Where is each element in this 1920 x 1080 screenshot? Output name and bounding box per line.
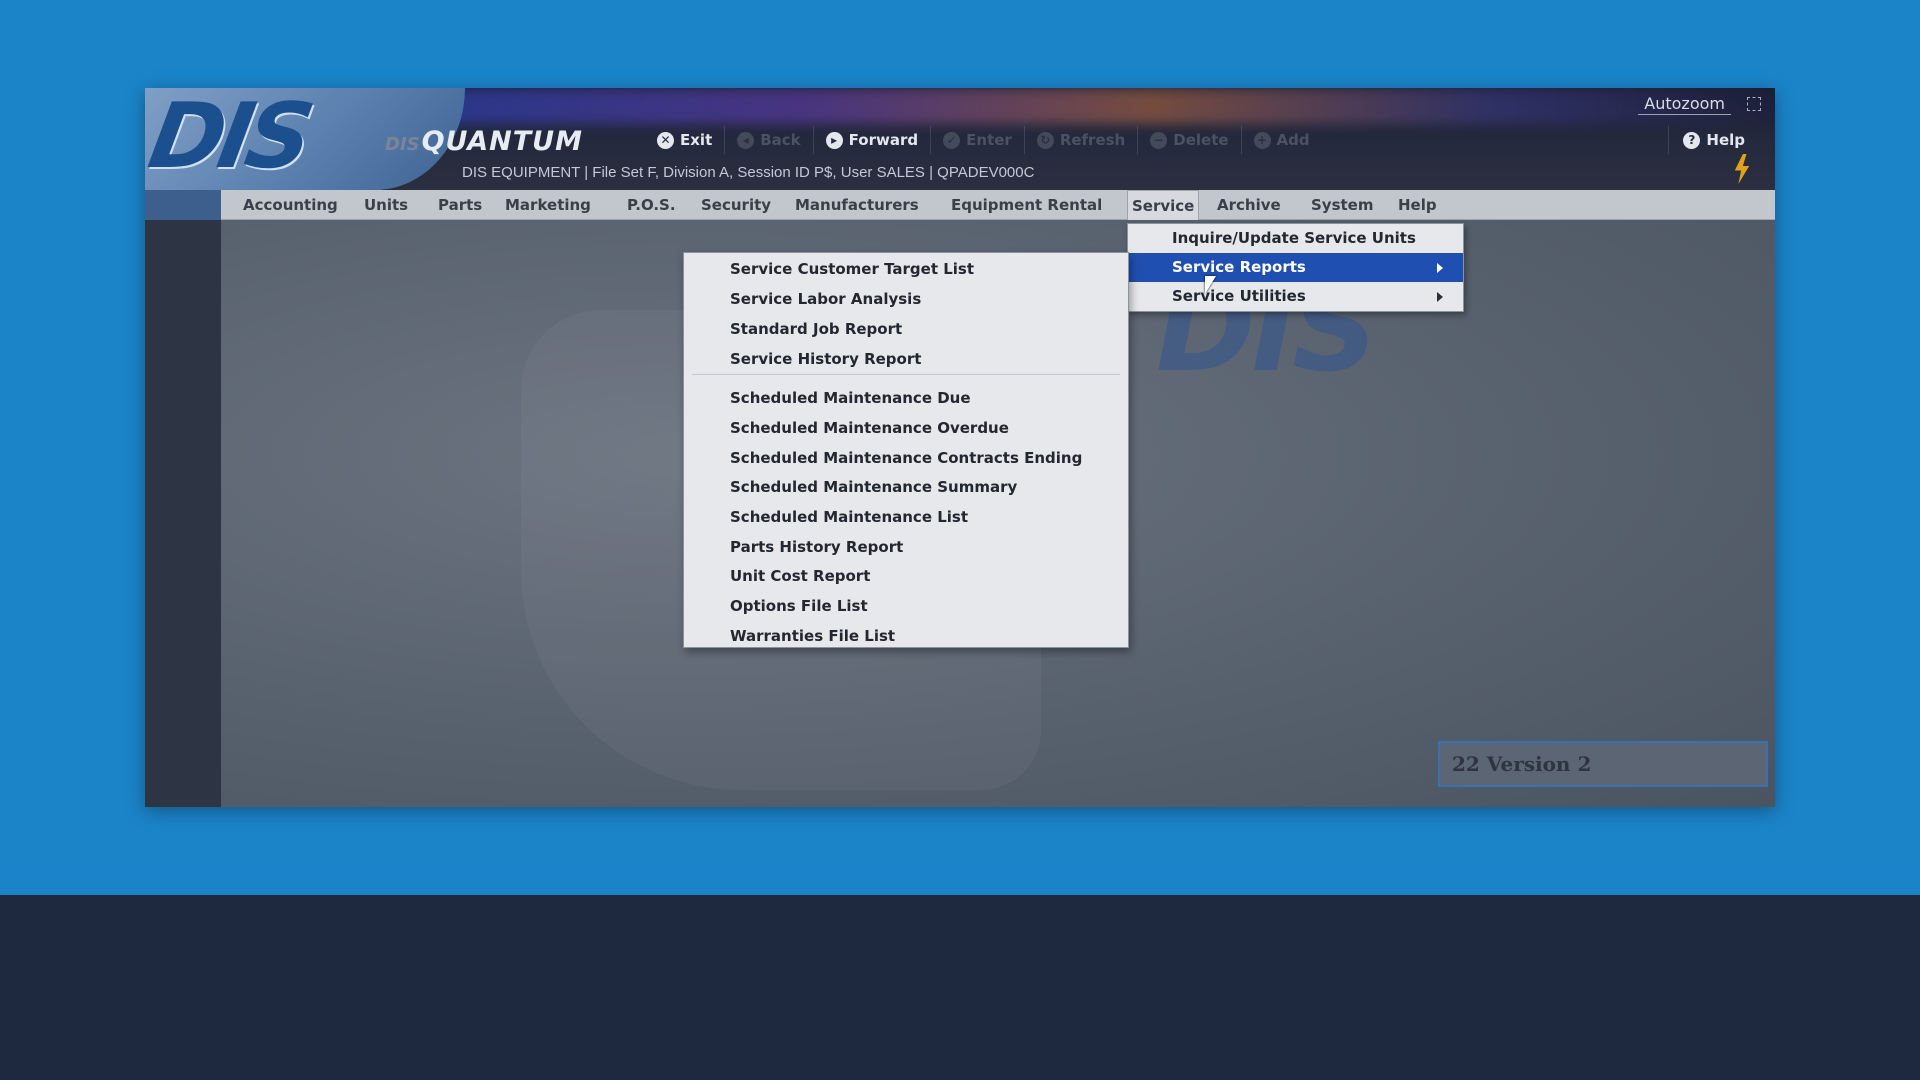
menu-separator [692,374,1120,375]
enter-label: Enter [966,131,1012,149]
add-label: Add [1276,131,1310,149]
enter-button[interactable]: ✓ Enter [931,126,1025,154]
add-button[interactable]: + Add [1242,126,1322,154]
fullscreen-icon[interactable] [1747,97,1761,111]
brand-name: QUANTUM [421,126,583,157]
report-warranties-file-list[interactable]: Warranties File List [684,622,1128,651]
left-strip [145,220,221,807]
brand-logo: DIS QUANTUM [385,126,583,157]
menu-item-label: Service Utilities [1172,287,1306,305]
report-scheduled-maintenance-due[interactable]: Scheduled Maintenance Due [684,384,1128,413]
refresh-label: Refresh [1059,131,1126,149]
plus-icon: + [1253,131,1271,149]
autozoom-toggle[interactable]: Autozoom [1638,94,1731,115]
submenu-arrow-icon [1437,292,1443,302]
report-standard-job-report[interactable]: Standard Job Report [684,315,1128,344]
report-service-customer-target-list[interactable]: Service Customer Target List [684,255,1128,284]
brand-prefix: DIS [385,134,420,155]
header-glow [385,88,1775,124]
delete-label: Delete [1173,131,1229,149]
menubar-left-block [145,190,221,220]
menu-pos[interactable]: P.O.S. [623,190,680,220]
menu-item-service-utilities[interactable]: Service Utilities [1128,282,1463,311]
refresh-icon: ↻ [1036,131,1054,149]
check-icon: ✓ [943,131,961,149]
menu-bar: Accounting Units Parts Marketing P.O.S. … [145,190,1775,220]
refresh-button[interactable]: ↻ Refresh [1025,126,1139,154]
report-scheduled-maintenance-overdue[interactable]: Scheduled Maintenance Overdue [684,414,1128,443]
back-arrow-icon: ◂ [737,131,755,149]
forward-button[interactable]: ▸ Forward [814,126,932,154]
forward-arrow-icon: ▸ [825,131,843,149]
back-label: Back [760,131,801,149]
service-reports-submenu: Service Customer Target List Service Lab… [683,252,1129,648]
menu-item-label: Inquire/Update Service Units [1172,229,1416,247]
lightning-bolt-icon[interactable] [1734,154,1750,184]
menu-equipment-rental[interactable]: Equipment Rental [947,190,1106,220]
dis-logo: DIS [145,88,316,189]
report-scheduled-maintenance-summary[interactable]: Scheduled Maintenance Summary [684,473,1128,502]
menu-item-inquire-update-service-units[interactable]: Inquire/Update Service Units [1128,224,1463,253]
menu-marketing[interactable]: Marketing [501,190,595,220]
menu-item-label: Service Reports [1172,258,1306,276]
mouse-cursor-icon [1205,276,1216,294]
close-circle-icon: ✕ [657,131,674,149]
question-icon: ? [1683,131,1701,149]
forward-label: Forward [848,131,919,149]
report-service-history-report[interactable]: Service History Report [684,345,1128,374]
menu-archive[interactable]: Archive [1213,190,1285,220]
menu-accounting[interactable]: Accounting [239,190,342,220]
report-unit-cost-report[interactable]: Unit Cost Report [684,562,1128,591]
report-parts-history-report[interactable]: Parts History Report [684,533,1128,562]
menu-parts[interactable]: Parts [434,190,486,220]
bottom-band [0,895,1920,1080]
menu-help[interactable]: Help [1394,190,1441,220]
submenu-arrow-icon [1437,263,1443,273]
minus-icon: − [1150,131,1168,149]
app-header: DIS DIS QUANTUM ✕ Exit ◂ Back ▸ Forward … [145,88,1775,190]
menu-manufacturers[interactable]: Manufacturers [791,190,923,220]
help-label: Help [1706,131,1745,149]
version-label: 22 Version 2 [1438,741,1768,787]
report-scheduled-maintenance-contracts-ending[interactable]: Scheduled Maintenance Contracts Ending [684,444,1128,473]
delete-button[interactable]: − Delete [1138,126,1242,154]
back-button[interactable]: ◂ Back [725,126,814,154]
menu-units[interactable]: Units [360,190,412,220]
menu-system[interactable]: System [1307,190,1377,220]
menu-service[interactable]: Service [1127,190,1200,220]
menu-security[interactable]: Security [697,190,775,220]
service-menu: Inquire/Update Service Units Service Rep… [1127,223,1464,312]
report-service-labor-analysis[interactable]: Service Labor Analysis [684,285,1128,314]
exit-label: Exit [680,131,713,149]
exit-button[interactable]: ✕ Exit [645,126,726,154]
report-options-file-list[interactable]: Options File List [684,592,1128,621]
report-scheduled-maintenance-list[interactable]: Scheduled Maintenance List [684,503,1128,532]
help-button[interactable]: ? Help [1668,126,1745,154]
menu-item-service-reports[interactable]: Service Reports [1128,253,1463,282]
toolbar: ✕ Exit ◂ Back ▸ Forward ✓ Enter ↻ Refres… [645,126,1322,154]
session-info: DIS EQUIPMENT | File Set F, Division A, … [462,164,1035,181]
